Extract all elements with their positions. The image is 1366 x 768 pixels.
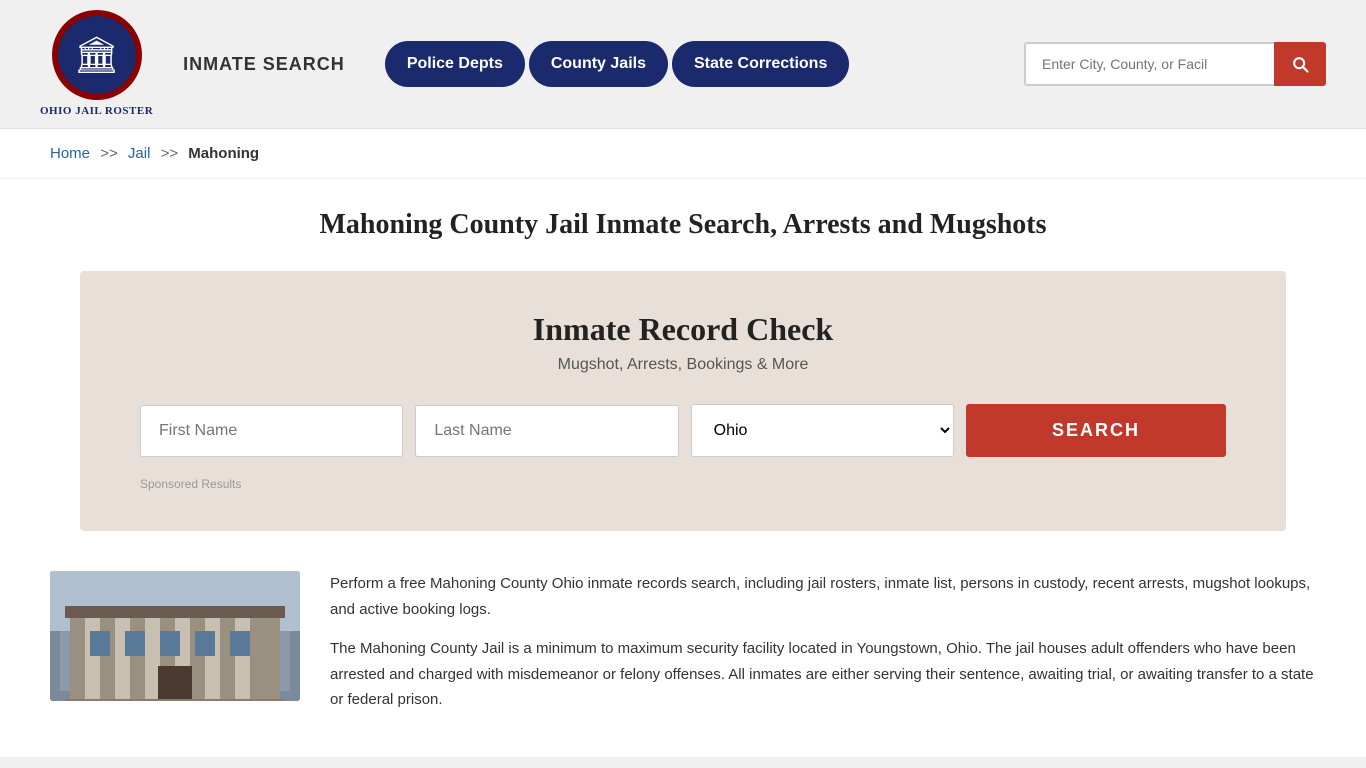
breadcrumb-bar: Home >> Jail >> Mahoning — [0, 129, 1366, 179]
breadcrumb-jail[interactable]: Jail — [128, 145, 151, 162]
breadcrumb-home[interactable]: Home — [50, 145, 90, 162]
nav-police-depts[interactable]: Police Depts — [385, 41, 525, 87]
logo-circle: 🏛 — [52, 10, 142, 100]
jail-building-svg — [50, 571, 300, 701]
breadcrumb-current: Mahoning — [188, 145, 259, 162]
description-paragraph-1: Perform a free Mahoning County Ohio inma… — [330, 571, 1316, 622]
breadcrumb-sep-2: >> — [161, 145, 179, 162]
state-select[interactable]: Ohio Alabama Alaska Arizona California — [691, 404, 954, 457]
header-search-area — [1024, 42, 1326, 86]
main-content: Mahoning County Jail Inmate Search, Arre… — [0, 179, 1366, 757]
nav-county-jails[interactable]: County Jails — [529, 41, 668, 87]
page-title: Mahoning County Jail Inmate Search, Arre… — [40, 209, 1326, 241]
logo-text: Ohio Jail Roster — [40, 104, 153, 118]
breadcrumb: Home >> Jail >> Mahoning — [50, 145, 1316, 162]
bottom-section: Perform a free Mahoning County Ohio inma… — [0, 551, 1366, 757]
sponsored-label: Sponsored Results — [140, 477, 1226, 491]
jail-image — [50, 571, 300, 701]
record-check-box: Inmate Record Check Mugshot, Arrests, Bo… — [80, 271, 1286, 531]
description-paragraph-2: The Mahoning County Jail is a minimum to… — [330, 636, 1316, 713]
inmate-search-form: Ohio Alabama Alaska Arizona California S… — [140, 404, 1226, 457]
description-text: Perform a free Mahoning County Ohio inma… — [330, 571, 1316, 727]
site-header: 🏛 Ohio Jail Roster INMATE SEARCH Police … — [0, 0, 1366, 129]
breadcrumb-sep-1: >> — [100, 145, 118, 162]
inmate-search-label: INMATE SEARCH — [183, 54, 345, 75]
header-search-button[interactable] — [1274, 42, 1326, 86]
search-icon — [1290, 54, 1310, 74]
site-logo[interactable]: 🏛 Ohio Jail Roster — [40, 10, 153, 118]
inmate-search-button[interactable]: SEARCH — [966, 404, 1226, 457]
header-search-input[interactable] — [1024, 42, 1274, 86]
first-name-input[interactable] — [140, 405, 403, 457]
record-check-title: Inmate Record Check — [140, 311, 1226, 348]
last-name-input[interactable] — [415, 405, 678, 457]
nav-state-corrections[interactable]: State Corrections — [672, 41, 849, 87]
main-nav: Police Depts County Jails State Correcti… — [385, 41, 850, 87]
page-title-section: Mahoning County Jail Inmate Search, Arre… — [0, 179, 1366, 251]
record-check-subtitle: Mugshot, Arrests, Bookings & More — [140, 356, 1226, 374]
logo-icon: 🏛 — [74, 37, 120, 73]
